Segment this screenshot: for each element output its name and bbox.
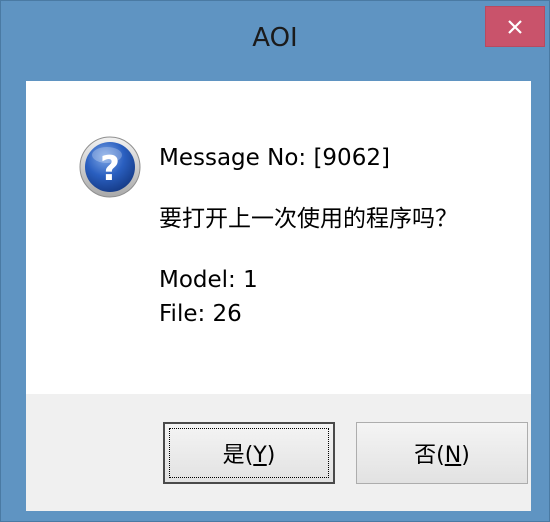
title-bar[interactable]: AOI — [1, 1, 549, 81]
message-number: Message No: [9062] — [159, 145, 390, 171]
close-button[interactable] — [485, 6, 545, 47]
close-icon — [508, 19, 522, 34]
message-area: ? Message No: [9062] 要打开上一次使用的程序吗？ Model… — [26, 81, 531, 394]
window-title: AOI — [252, 23, 298, 53]
no-button[interactable]: 否(N) — [356, 422, 528, 484]
question-mark-glyph: ? — [100, 149, 120, 189]
question-icon: ? — [79, 136, 141, 198]
dialog-window: AOI ? Message No: [9062] 要打开上一次使用的程序吗？ M… — [0, 0, 550, 522]
button-area: 是(Y) 否(N) — [26, 394, 531, 511]
no-button-label: 否(N) — [414, 443, 470, 468]
dialog-content: ? Message No: [9062] 要打开上一次使用的程序吗？ Model… — [26, 81, 531, 511]
file-text: File: 26 — [159, 301, 242, 327]
model-text: Model: 1 — [159, 267, 258, 293]
question-text: 要打开上一次使用的程序吗？ — [159, 206, 458, 232]
message-text: Message No: [9062] 要打开上一次使用的程序吗？ Model: … — [159, 141, 458, 331]
yes-button-label: 是(Y) — [222, 443, 276, 468]
yes-button[interactable]: 是(Y) — [163, 422, 335, 484]
